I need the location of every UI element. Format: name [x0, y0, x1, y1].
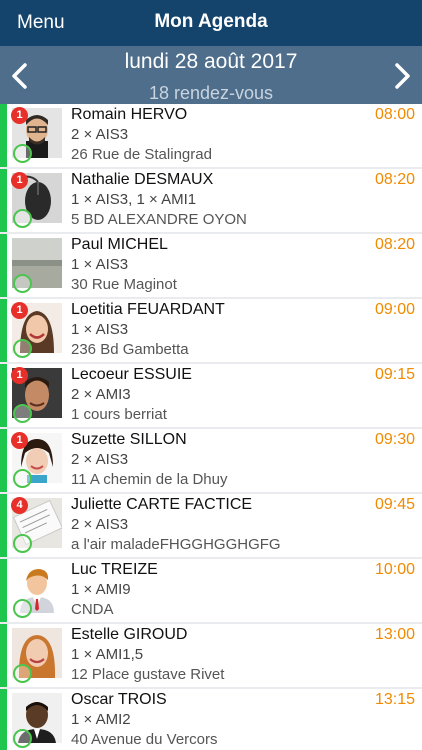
appointment-row[interactable]: 1 Lecoeur ESSUIE 2 × AMI3 1 cours berria…: [0, 364, 422, 427]
completion-checkbox[interactable]: [13, 274, 32, 293]
appointment-row[interactable]: Paul MICHEL 1 × AIS3 30 Rue Maginot 08:2…: [0, 234, 422, 297]
completion-checkbox[interactable]: [13, 469, 32, 488]
patient-address: 236 Bd Gambetta: [71, 341, 189, 358]
appointment-count: 18 rendez-vous: [148, 83, 274, 103]
care-detail: 2 × AMI3: [71, 386, 131, 403]
completion-checkbox[interactable]: [13, 144, 32, 163]
appointment-row[interactable]: 1 Nathalie DESMAUX 1 × AIS3, 1 × AMI1 5 …: [0, 169, 422, 232]
appointment-row[interactable]: 1 Suzette SILLON 2 × AIS3 11 A chemin de…: [0, 429, 422, 492]
patient-name: Paul MICHEL: [71, 236, 168, 253]
status-indicator: [0, 689, 7, 750]
notification-badge: 1: [11, 432, 28, 449]
appointment-list: 1 Romain HERVO 2 × AIS3 26 Rue de Stalin…: [0, 104, 422, 750]
care-detail: 2 × AIS3: [71, 451, 129, 468]
appointment-row[interactable]: Oscar TROIS 1 × AMI2 40 Avenue du Vercor…: [0, 689, 422, 750]
patient-address: 26 Rue de Stalingrad: [71, 146, 212, 163]
appointment-time: 09:30: [374, 431, 415, 448]
status-indicator: [0, 364, 7, 427]
appointment-row[interactable]: 1 Loetitia FEUARDANT 1 × AIS3 236 Bd Gam…: [0, 299, 422, 362]
patient-address: 30 Rue Maginot: [71, 276, 177, 293]
status-indicator: [0, 299, 7, 362]
care-detail: 1 × AMI9: [71, 581, 131, 598]
appointment-time: 10:00: [374, 561, 415, 578]
patient-name: Nathalie DESMAUX: [71, 171, 214, 188]
status-indicator: [0, 429, 7, 492]
patient-name: Suzette SILLON: [71, 431, 187, 448]
date-navigation-bar: lundi 28 août 2017 18 rendez-vous: [0, 46, 422, 104]
patient-address: 12 Place gustave Rivet: [71, 666, 225, 683]
appointment-row[interactable]: 4 Juliette CARTE FACTICE 2 × AIS3 a l'ai…: [0, 494, 422, 557]
care-detail: 1 × AIS3: [71, 321, 129, 338]
completion-checkbox[interactable]: [13, 339, 32, 358]
notification-badge: 1: [11, 302, 28, 319]
notification-badge: 1: [11, 367, 28, 384]
notification-badge: 4: [11, 497, 28, 514]
notification-badge: 1: [11, 107, 28, 124]
appointment-time: 09:15: [374, 366, 415, 383]
patient-name: Estelle GIROUD: [71, 626, 188, 643]
status-indicator: [0, 104, 7, 167]
completion-checkbox[interactable]: [13, 729, 32, 748]
care-detail: 2 × AIS3: [71, 126, 129, 143]
patient-address: 1 cours berriat: [71, 406, 167, 423]
care-detail: 2 × AIS3: [71, 516, 129, 533]
appointment-time: 08:00: [374, 106, 415, 123]
status-indicator: [0, 169, 7, 232]
appointment-time: 09:45: [374, 496, 415, 513]
completion-checkbox[interactable]: [13, 209, 32, 228]
chevron-right-icon[interactable]: [391, 62, 413, 90]
care-detail: 1 × AIS3: [71, 256, 129, 273]
patient-name: Lecoeur ESSUIE: [71, 366, 192, 383]
status-indicator: [0, 559, 7, 622]
patient-address: 5 BD ALEXANDRE OYON: [71, 211, 247, 228]
patient-name: Juliette CARTE FACTICE: [71, 496, 253, 513]
completion-checkbox[interactable]: [13, 534, 32, 553]
appointment-time: 09:00: [374, 301, 415, 318]
page-title: Mon Agenda: [154, 11, 268, 32]
care-detail: 1 × AMI1,5: [71, 646, 144, 663]
patient-name: Loetitia FEUARDANT: [71, 301, 225, 318]
appointment-time: 13:15: [374, 691, 415, 708]
appointment-time: 08:20: [374, 171, 415, 188]
status-indicator: [0, 494, 7, 557]
status-indicator: [0, 234, 7, 297]
patient-name: Oscar TROIS: [71, 691, 167, 708]
patient-name: Luc TREIZE: [71, 561, 158, 578]
appointment-row[interactable]: 1 Romain HERVO 2 × AIS3 26 Rue de Stalin…: [0, 104, 422, 167]
status-indicator: [0, 624, 7, 687]
completion-checkbox[interactable]: [13, 599, 32, 618]
completion-checkbox[interactable]: [13, 404, 32, 423]
patient-address: a l'air maladeFHGGHGGHGFG: [71, 536, 281, 553]
notification-badge: 1: [11, 172, 28, 189]
appointment-row[interactable]: Luc TREIZE 1 × AMI9 CNDA 10:00: [0, 559, 422, 622]
patient-address: 40 Avenue du Vercors: [71, 731, 218, 748]
top-navigation-bar: Menu Mon Agenda: [0, 0, 422, 46]
appointment-row[interactable]: Estelle GIROUD 1 × AMI1,5 12 Place gusta…: [0, 624, 422, 687]
completion-checkbox[interactable]: [13, 664, 32, 683]
patient-name: Romain HERVO: [71, 106, 188, 123]
patient-address: CNDA: [71, 601, 114, 618]
care-detail: 1 × AMI2: [71, 711, 131, 728]
current-date: lundi 28 août 2017: [124, 50, 298, 73]
appointment-time: 08:20: [374, 236, 415, 253]
care-detail: 1 × AIS3, 1 × AMI1: [71, 191, 197, 208]
appointment-time: 13:00: [374, 626, 415, 643]
patient-address: 11 A chemin de la Dhuy: [71, 471, 228, 488]
